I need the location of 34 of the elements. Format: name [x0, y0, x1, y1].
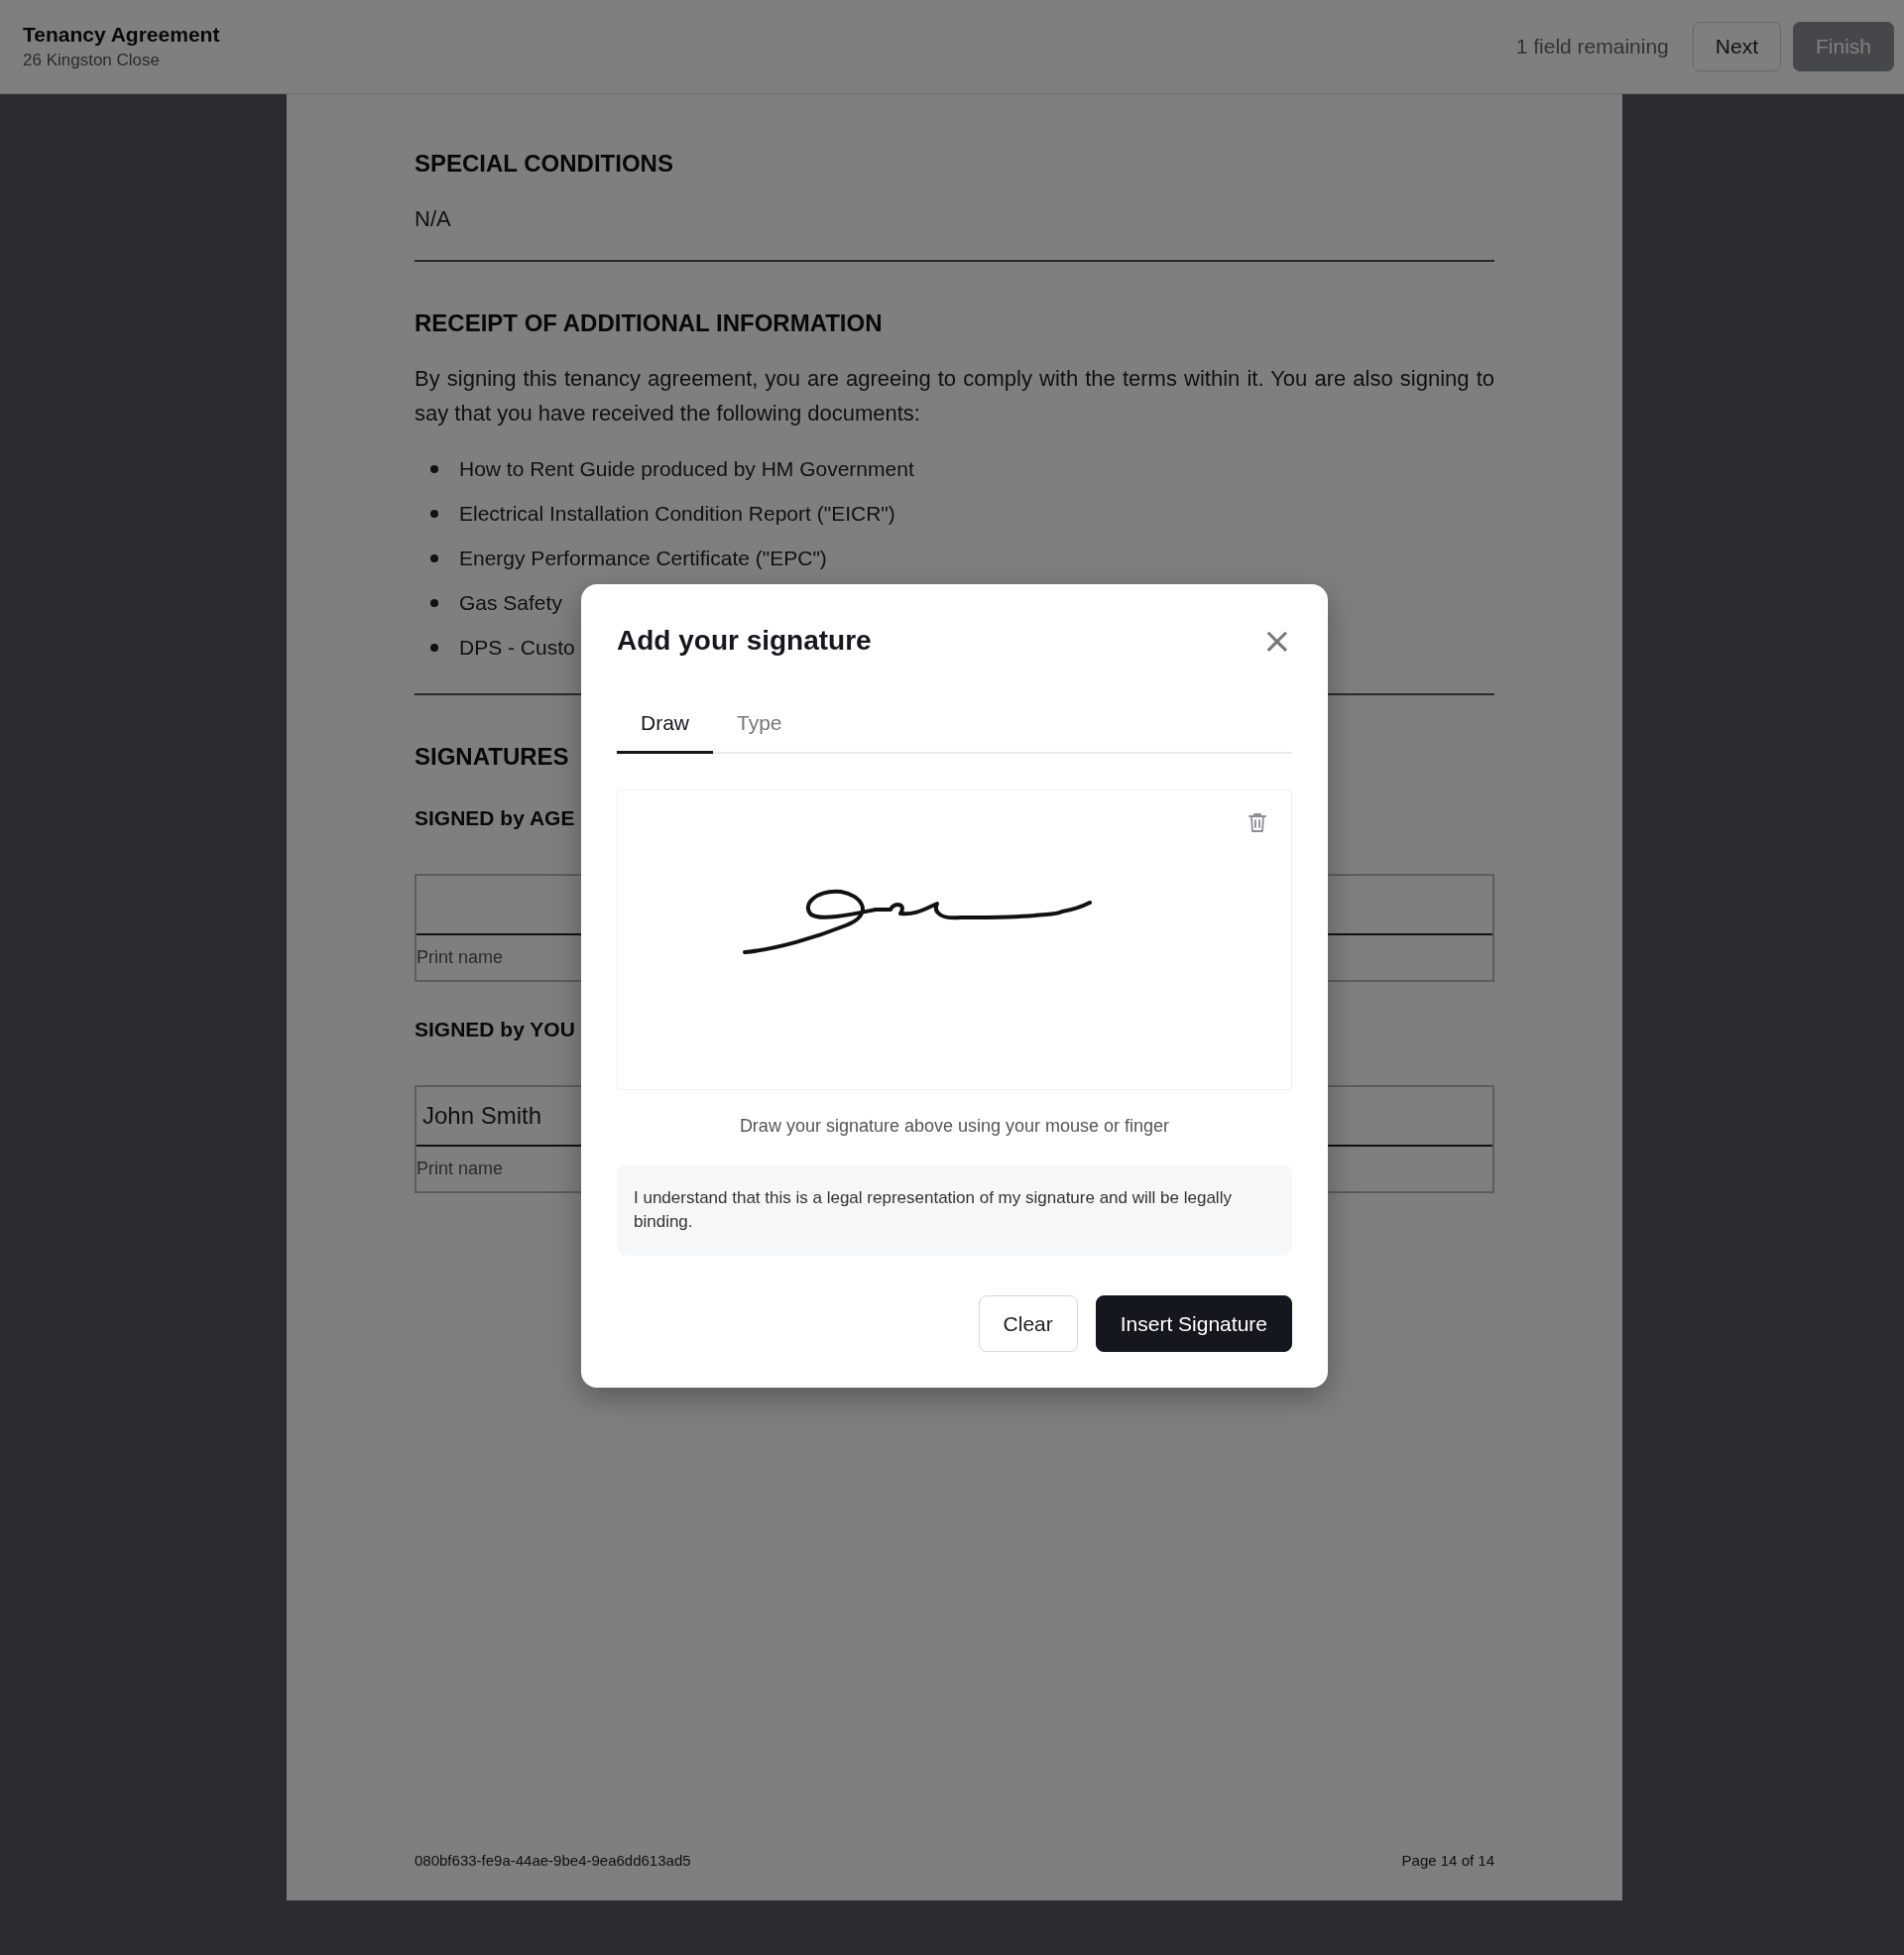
- document-title: Tenancy Agreement: [23, 23, 220, 47]
- clear-button[interactable]: Clear: [978, 1295, 1078, 1352]
- paragraph: N/A: [415, 205, 452, 233]
- signature-hint: Draw your signature above using your mouse or finger: [738, 1116, 1171, 1137]
- legal-notice: I understand that this is a legal representation of my signature and will be legally binding.: [617, 1164, 1292, 1256]
- field-label: Print name: [416, 947, 504, 968]
- list-item: Electrical Installation Condition Report ("EICR"): [459, 501, 895, 526]
- bullet-icon: [430, 553, 438, 562]
- section-heading: SIGNATURES: [415, 743, 569, 771]
- signatory-heading: SIGNED by AGE: [415, 806, 575, 830]
- dialog-title: Add your signature: [617, 624, 872, 657]
- list-item: Energy Performance Certificate ("EPC"): [459, 546, 827, 570]
- printed-name: John Smith: [422, 1102, 542, 1130]
- close-button[interactable]: ×: [1261, 622, 1292, 659]
- fields-remaining: 1 field remaining: [1515, 35, 1669, 59]
- list-item: DPS - Custo: [459, 635, 575, 660]
- paragraph: By signing this tenancy agreement, you are agreeing to comply with the terms within it. You are also signing to say that you have received the following documents:: [415, 365, 1494, 428]
- section-heading: SPECIAL CONDITIONS: [415, 150, 673, 178]
- bullet-icon: [430, 464, 438, 473]
- property-address: 26 Kingston Close: [23, 51, 161, 70]
- insert-signature-button[interactable]: Insert Signature: [1095, 1295, 1292, 1352]
- list-item: Gas Safety: [459, 590, 562, 615]
- page-number: Page 14 of 14: [1401, 1852, 1494, 1869]
- bullet-icon: [430, 509, 438, 518]
- tab[interactable]: Draw: [617, 700, 713, 754]
- field-label: Print name: [416, 1159, 504, 1179]
- list-item: How to Rent Guide produced by HM Government: [459, 456, 914, 481]
- signatory-heading: SIGNED by YOU: [415, 1018, 575, 1041]
- tab[interactable]: Type: [713, 700, 806, 754]
- section-heading: RECEIPT OF ADDITIONAL INFORMATION: [415, 309, 883, 337]
- document-id: 080bf633-fe9a-44ae-9be4-9ea6dd613ad5: [415, 1852, 691, 1869]
- next-button[interactable]: Next: [1692, 22, 1781, 71]
- bullet-icon: [430, 643, 438, 652]
- bullet-icon: [430, 598, 438, 607]
